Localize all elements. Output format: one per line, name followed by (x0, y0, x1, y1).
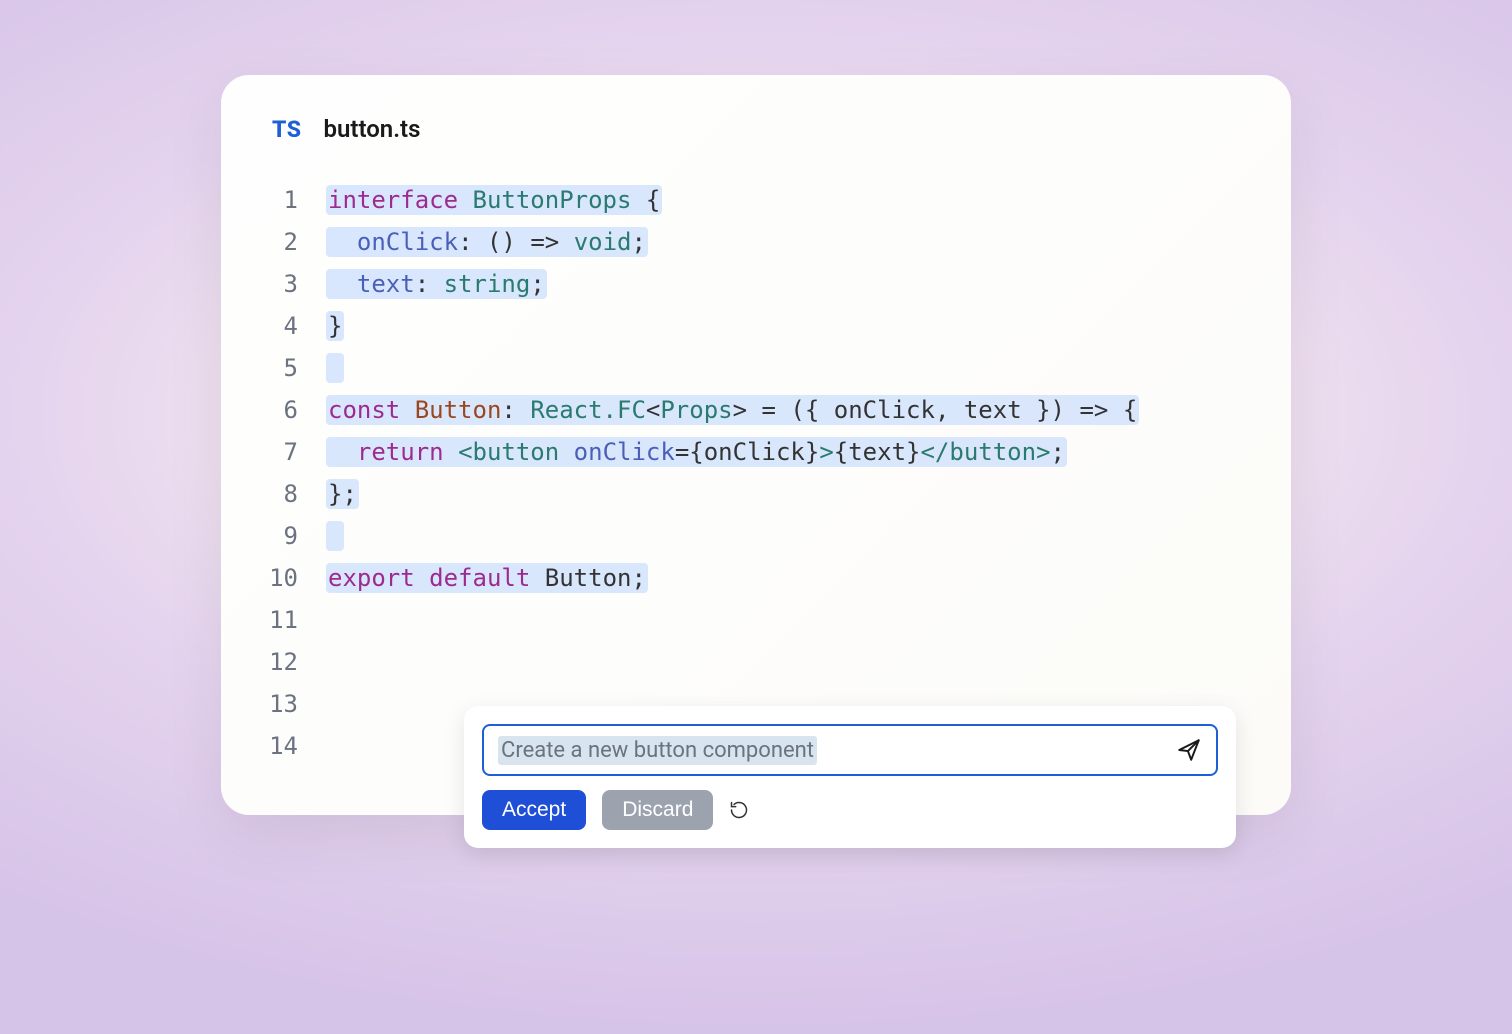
ai-prompt-panel: Create a new button component Accept Dis… (464, 706, 1236, 848)
accept-button[interactable]: Accept (482, 790, 586, 830)
line-number: 5 (266, 347, 326, 389)
code-line: 1 interface ButtonProps { (266, 179, 1246, 221)
code-line: 4 } (266, 305, 1246, 347)
prompt-input[interactable] (498, 737, 1166, 763)
send-icon (1176, 737, 1202, 763)
file-name: button.ts (323, 115, 420, 143)
discard-button[interactable]: Discard (602, 790, 713, 830)
line-number: 6 (266, 389, 326, 431)
code-line: 8 }; (266, 473, 1246, 515)
code-line: 10 export default Button; (266, 557, 1246, 599)
line-number: 7 (266, 431, 326, 473)
send-button[interactable] (1176, 737, 1202, 763)
line-number: 2 (266, 221, 326, 263)
prompt-actions: Accept Discard (482, 790, 1218, 830)
code-line: 6 const Button: React.FC<Props> = ({ onC… (266, 389, 1246, 431)
prompt-input-container: Create a new button component (482, 724, 1218, 776)
code-line: 7 return <button onClick={onClick}>{text… (266, 431, 1246, 473)
line-number: 14 (266, 725, 326, 767)
line-number: 4 (266, 305, 326, 347)
code-line: 5 (266, 347, 1246, 389)
line-number: 1 (266, 179, 326, 221)
line-number: 12 (266, 641, 326, 683)
line-number: 3 (266, 263, 326, 305)
refresh-icon (729, 800, 749, 820)
line-number: 11 (266, 599, 326, 641)
line-number: 10 (266, 557, 326, 599)
line-number: 8 (266, 473, 326, 515)
line-number: 13 (266, 683, 326, 725)
line-number: 9 (266, 515, 326, 557)
file-header: TS button.ts (266, 115, 1246, 143)
code-editor[interactable]: 1 interface ButtonProps { 2 onClick: () … (266, 179, 1246, 767)
code-line: 11 (266, 599, 1246, 641)
code-line: 12 (266, 641, 1246, 683)
code-line: 2 onClick: () => void; (266, 221, 1246, 263)
code-line: 9 (266, 515, 1246, 557)
language-badge: TS (272, 116, 301, 143)
code-line: 3 text: string; (266, 263, 1246, 305)
editor-card: TS button.ts 1 interface ButtonProps { 2… (221, 75, 1291, 815)
regenerate-button[interactable] (729, 800, 749, 820)
